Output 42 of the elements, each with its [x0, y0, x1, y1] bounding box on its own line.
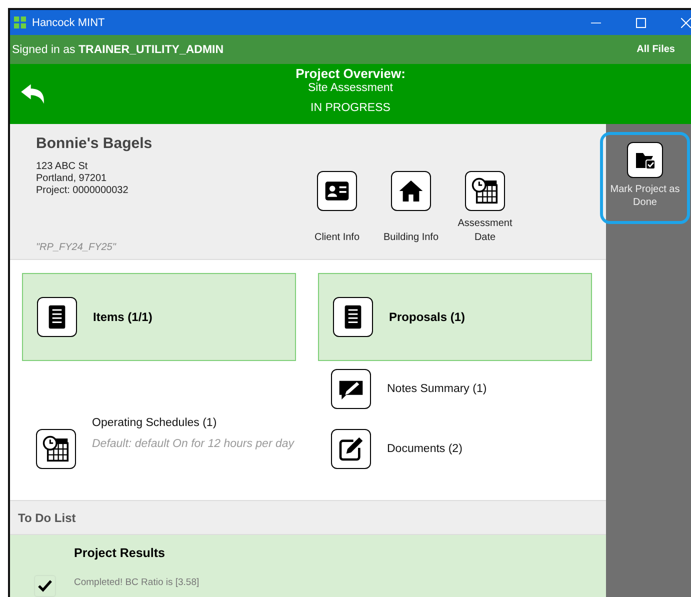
action-label: Client Info	[314, 231, 360, 245]
checkmark-icon	[37, 578, 53, 594]
todo-item[interactable]: Project Results Completed! BC Ratio is [3.58]	[10, 535, 606, 597]
all-files-link[interactable]: All Files	[636, 44, 675, 55]
icon-button[interactable]	[317, 171, 357, 211]
schedule-button[interactable]	[36, 429, 76, 470]
maximize-icon[interactable]	[636, 18, 646, 28]
todo-title: Project Results	[74, 546, 166, 560]
project-tag: "RP_FY24_FY25"	[36, 242, 302, 254]
icon-button[interactable]	[331, 369, 371, 410]
section-header: To Do List	[10, 501, 606, 535]
schedule-label[interactable]: Operating Schedules (1)	[92, 417, 302, 430]
back-arrow-icon[interactable]	[20, 83, 46, 105]
close-icon[interactable]	[681, 18, 691, 28]
app-logo-icon	[14, 16, 26, 29]
todo-detail: Completed! BC Ratio is [3.58]	[74, 577, 200, 588]
summary-tile[interactable]: Proposals (1)	[318, 273, 592, 362]
summary-tile[interactable]: Items (1/1)	[22, 273, 296, 362]
clock-calendar-icon	[471, 177, 499, 205]
icon-button[interactable]	[331, 429, 371, 470]
window-title: Hancock MINT	[32, 16, 105, 28]
clock-calendar-icon	[42, 435, 70, 464]
project-status: IN PROGRESS	[310, 102, 392, 114]
link-label[interactable]: Notes Summary (1)	[387, 383, 487, 396]
page-subtitle: Site Assessment	[306, 82, 394, 94]
project-name: Bonnie's Bagels	[36, 135, 154, 152]
edit-icon	[337, 435, 365, 464]
link-label[interactable]: Documents (2)	[387, 443, 462, 456]
address-line: Portland, 97201	[36, 173, 108, 185]
schedule-detail: Default: default On for 12 hours per day	[92, 437, 296, 452]
page-title: Project Overview:	[294, 66, 406, 81]
tile-label: Proposals (1)	[389, 310, 466, 324]
tile-label: Items (1/1)	[93, 310, 152, 324]
icon-button[interactable]	[391, 171, 431, 211]
action-label: Building Info	[383, 231, 439, 245]
icon-button[interactable]	[465, 171, 505, 211]
checkbox[interactable]	[34, 575, 56, 597]
signed-in-label: Signed in as TRAINER_UTILITY_ADMIN	[12, 44, 224, 56]
address-line: 123 ABC St	[36, 161, 89, 173]
action-label: Assessment Date	[456, 217, 514, 245]
address-line: Project: 0000000032	[36, 185, 130, 197]
mark-done-button[interactable]: Mark Project as Done	[600, 132, 690, 224]
